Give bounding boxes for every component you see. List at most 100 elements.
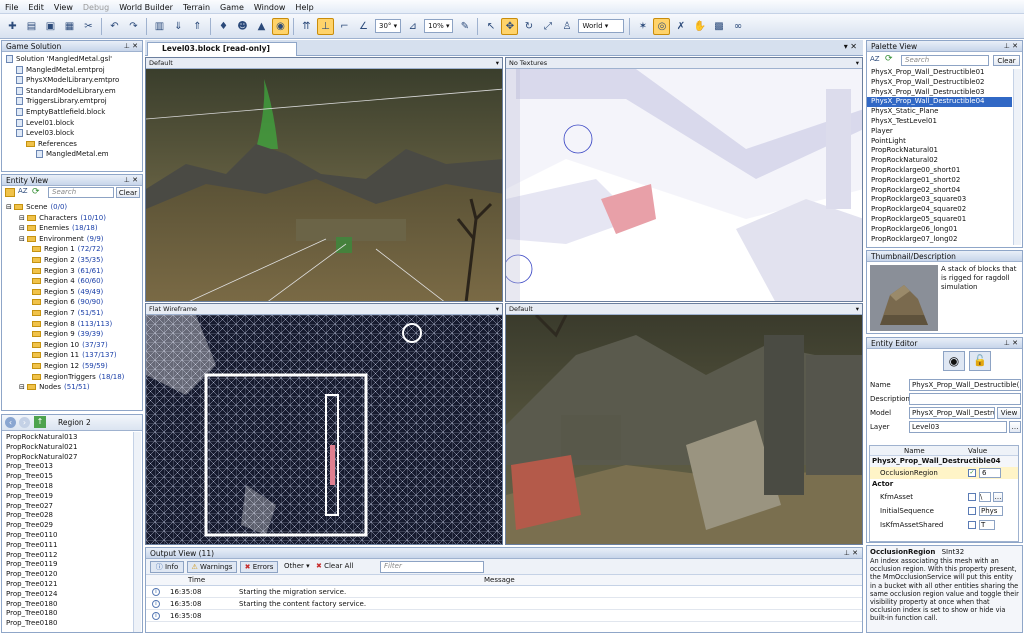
save-icon[interactable]: ▣ [42,18,59,35]
menu-item-help[interactable]: Help [290,0,318,13]
list-item[interactable]: Prop_Tree015 [2,472,132,482]
scale-snap-icon[interactable]: ⊿ [404,18,421,35]
camera-icon[interactable]: ◎ [653,17,671,35]
eye-toggle-icon[interactable]: ◉ [272,17,289,35]
menu-item-view[interactable]: View [49,0,78,13]
entity-tree-item[interactable]: Region 10 (37/37) [6,340,142,351]
entity-tree-item[interactable]: ⊟ Environment (9/9) [6,234,142,245]
solution-tree-item[interactable]: MangledMetal.em [6,149,142,160]
forward-arrow-icon[interactable]: › [19,417,30,428]
tab-level03[interactable]: Level03.block [read-only] [147,42,297,56]
entity-tree-item[interactable]: Region 3 (61/61) [6,266,142,277]
palette-item[interactable]: PointLight [867,137,1012,147]
entity-tree-item[interactable]: RegionTriggers (18/18) [6,372,142,383]
build-icon[interactable]: ▥ [151,18,168,35]
output-row[interactable]: i 16:35:08 Starting the migration service. [146,586,862,598]
col-time-header[interactable]: Time [188,575,205,586]
save-all-icon[interactable]: ▦ [61,18,78,35]
close-document-icon[interactable]: ▾ ✕ [844,42,857,51]
viewport-mode-select[interactable]: Default ▾ [146,58,502,69]
list-item[interactable]: Prop_Tree0111 [2,541,132,551]
list-item[interactable]: Prop_Tree0121 [2,580,132,590]
percent-select[interactable]: 10% ▾ [424,19,454,33]
export-icon[interactable]: ⇑ [189,18,206,35]
expand-icon[interactable]: ⊟ [19,383,27,391]
kfm-shared-select[interactable]: T [979,520,995,530]
refresh-icon[interactable]: ⟳ [32,187,40,197]
list-item[interactable]: PropRockNatural027 [2,453,132,463]
list-item[interactable]: Prop_Tree019 [2,492,132,502]
viewport-mode-select[interactable]: Default ▾ [506,304,862,315]
angle-snap-icon[interactable]: ∠ [355,18,372,35]
menu-item-file[interactable]: File [0,0,23,13]
entity-tree-item[interactable]: Region 2 (35/35) [6,255,142,266]
list-item[interactable]: Prop_Tree0180 [2,600,132,610]
menu-item-debug[interactable]: Debug [78,0,114,13]
palette-item[interactable]: PropRockNatural01 [867,146,1012,156]
entity-tree-item[interactable]: Region 9 (39/39) [6,329,142,340]
name-field[interactable]: PhysX_Prop_Wall_Destructible( [909,379,1021,391]
link-icon[interactable]: ✗ [672,18,689,35]
expand-icon[interactable]: ⊟ [19,235,27,243]
list-item[interactable]: Prop_Tree0180 [2,609,132,619]
list-item[interactable]: Prop_Tree028 [2,511,132,521]
clear-all-button[interactable]: ✖ Clear All [316,562,353,570]
property-row-initial-sequence[interactable]: InitialSequence Phys [870,504,1018,518]
entity-tree-item[interactable]: Region 11 (137/137) [6,350,142,361]
palette-item[interactable]: PhysX_Prop_Wall_Destructible02 [867,78,1012,88]
list-item[interactable]: Prop_Tree018 [2,482,132,492]
palette-item[interactable]: PhysX_Prop_Wall_Destructible04 [867,97,1012,108]
panel-pin-close-icon[interactable]: ⊥ ✕ [1004,41,1018,52]
snap-corner-icon[interactable]: ⌐ [336,18,353,35]
view-model-button[interactable]: View [997,407,1021,419]
viewport-top-left[interactable]: Default ▾ [145,57,503,302]
entity-tree-item[interactable]: Region 7 (51/51) [6,308,142,319]
list-item[interactable]: Prop_Tree0120 [2,570,132,580]
angle-select[interactable]: 30° ▾ [375,19,402,33]
solution-tree-item[interactable]: Solution 'MangledMetal.gsl' [6,54,142,65]
menu-item-window[interactable]: Window [249,0,291,13]
list-item[interactable]: Prop_Tree0110 [2,531,132,541]
menu-item-game[interactable]: Game [215,0,249,13]
entity-tree-item[interactable]: ⊟ Enemies (18/18) [6,223,142,234]
sort-az-icon[interactable]: AZ [870,55,880,63]
entity-tree-item[interactable]: Region 4 (60/60) [6,276,142,287]
col-message-header[interactable]: Message [484,575,515,586]
list-item[interactable]: Prop_Tree029 [2,521,132,531]
palette-item[interactable]: PhysX_Prop_Wall_Destructible03 [867,88,1012,98]
palette-item[interactable]: PropRocklarge06_long01 [867,225,1012,235]
panel-pin-close-icon[interactable]: ⊥ ✕ [124,41,138,52]
kfm-value-field[interactable]: \ [979,492,991,502]
entity-tree-item[interactable]: Region 5 (49/49) [6,287,142,298]
rotate-tool-icon[interactable]: ↻ [520,18,537,35]
menu-item-edit[interactable]: Edit [23,0,49,13]
binoculars-icon[interactable]: ∞ [729,18,746,35]
info-filter-button[interactable]: ⓘ Info [150,561,184,573]
space-select[interactable]: World ▾ [578,19,625,33]
expand-icon[interactable]: ⊟ [19,214,27,222]
panel-pin-close-icon[interactable]: ⊥ ✕ [124,175,138,186]
solution-tree-item[interactable]: References [6,139,142,150]
undo-icon[interactable]: ↶ [106,18,123,35]
entity-tree-item[interactable]: ⊟ Nodes (51/51) [6,382,142,393]
entity-clear-button[interactable]: Clear [116,187,140,198]
terrain-icon[interactable]: ▲ [253,18,270,35]
kfm-shared-checkbox[interactable] [968,521,976,529]
hand-icon[interactable]: ✋ [691,18,708,35]
open-folder-icon[interactable]: ▤ [23,18,40,35]
list-item[interactable]: Prop_Tree027 [2,502,132,512]
model-field[interactable]: PhysX_Prop_Wall_Destru [909,407,995,419]
list-item[interactable]: PropRockNatural021 [2,443,132,453]
cut-icon[interactable]: ✂ [80,18,97,35]
occlusion-checkbox[interactable]: ✓ [968,469,976,477]
viewport-mode-select[interactable]: Flat Wireframe ▾ [146,304,502,315]
palette-item[interactable]: PropRocklarge03_square03 [867,195,1012,205]
list-item[interactable]: Prop_Tree0112 [2,551,132,561]
output-row[interactable]: i 16:35:08 Starting the content factory se… [146,598,862,610]
solution-tree-item[interactable]: TriggersLibrary.emtproj [6,96,142,107]
new-folder-icon[interactable] [5,188,15,197]
description-field[interactable] [909,393,1021,405]
property-row-kfm-shared[interactable]: IsKfmAssetShared T [870,518,1018,532]
initial-sequence-checkbox[interactable] [968,507,976,515]
entity-tree-item[interactable]: Region 12 (59/59) [6,361,142,372]
